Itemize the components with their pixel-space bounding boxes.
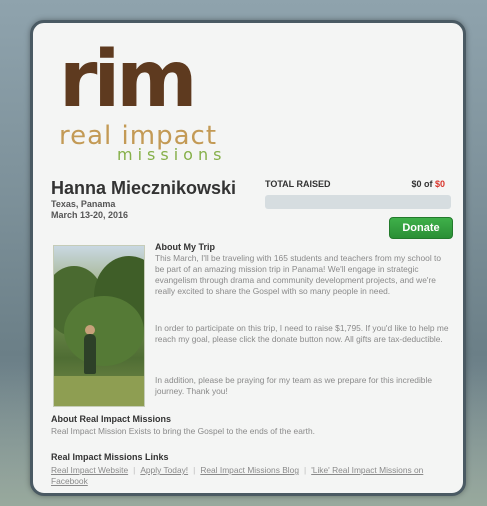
participant-photo bbox=[53, 245, 145, 407]
fundraising-progress-bar bbox=[265, 195, 451, 209]
total-raised-label: TOTAL RAISED bbox=[265, 179, 331, 189]
raised-value: $0 bbox=[411, 179, 422, 189]
participant-name: Hanna Miecznikowski bbox=[51, 178, 237, 198]
trip-dates: March 13-20, 2016 bbox=[51, 210, 129, 220]
fundraising-card: rim real impact missions Hanna Mieczniko… bbox=[30, 20, 466, 496]
link-apply-today[interactable]: Apply Today! bbox=[140, 465, 188, 475]
goal-value: $0 bbox=[434, 179, 445, 189]
donate-button[interactable]: Donate bbox=[389, 217, 453, 239]
link-missions-blog[interactable]: Real Impact Missions Blog bbox=[200, 465, 299, 475]
trip-location: Texas, Panama bbox=[51, 199, 116, 209]
links-list: Real Impact Website | Apply Today! | Real Im… bbox=[51, 465, 455, 487]
about-trip-heading: About My Trip bbox=[155, 242, 215, 252]
link-separator: | bbox=[133, 465, 136, 475]
rim-logo: rim real impact missions bbox=[59, 41, 249, 167]
link-separator: | bbox=[193, 465, 196, 475]
links-heading: Real Impact Missions Links bbox=[51, 452, 169, 462]
link-real-impact-website[interactable]: Real Impact Website bbox=[51, 465, 128, 475]
about-trip-paragraph: In order to participate on this trip, I … bbox=[155, 323, 449, 344]
about-trip-paragraph: This March, I'll be traveling with 165 s… bbox=[155, 253, 442, 296]
about-rim-heading: About Real Impact Missions bbox=[51, 414, 172, 424]
about-trip-paragraph: In addition, please be praying for my te… bbox=[155, 375, 432, 396]
logo-missions-text: missions bbox=[117, 145, 227, 164]
photo-person bbox=[84, 334, 96, 374]
logo-rim-text: rim bbox=[59, 35, 197, 125]
photo-ground bbox=[54, 376, 144, 406]
about-rim-text: Real Impact Mission Exists to bring the … bbox=[51, 426, 315, 436]
link-separator: | bbox=[304, 465, 307, 475]
raised-amount: $0 of $0 bbox=[411, 179, 445, 189]
raised-of: of bbox=[423, 179, 433, 189]
photo-tree bbox=[64, 296, 144, 366]
